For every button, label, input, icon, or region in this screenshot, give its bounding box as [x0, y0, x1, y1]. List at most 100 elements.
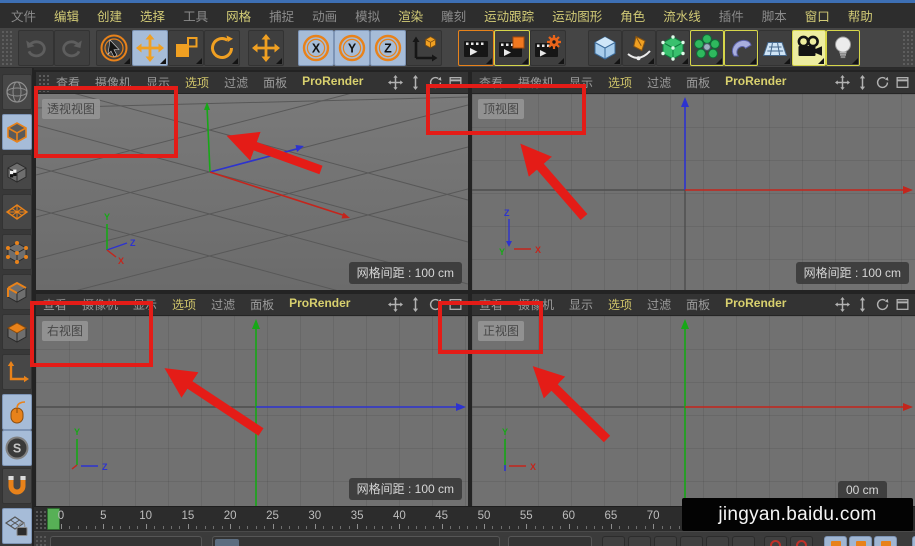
rotate-view-icon[interactable] [428, 75, 443, 90]
spline-pen-button[interactable] [622, 30, 656, 66]
menu-window[interactable]: 窗口 [796, 6, 839, 25]
viewport-menu-item-0[interactable]: 查看 [43, 296, 67, 313]
animation-toolbar-grip[interactable] [35, 535, 46, 546]
toolbar-grip-right[interactable] [902, 30, 914, 66]
light-button[interactable] [826, 30, 860, 66]
rotate-view-icon[interactable] [875, 75, 890, 90]
toggle-view-icon[interactable] [895, 297, 910, 312]
dolly-icon[interactable] [408, 75, 423, 90]
lock-y-axis-button[interactable]: Y [334, 30, 370, 66]
viewport-menu-item-3[interactable]: 选项 [172, 296, 196, 313]
camera-button[interactable] [792, 30, 826, 66]
viewport-front-canvas[interactable]: Y X 正视图 00 cm [472, 316, 915, 506]
toggle-view-icon[interactable] [448, 297, 463, 312]
workplane-lock-button[interactable] [2, 508, 32, 544]
pan-icon[interactable] [835, 297, 850, 312]
make-editable-button[interactable] [2, 74, 32, 110]
render-picture-viewer-button[interactable] [494, 30, 530, 66]
dolly-icon[interactable] [855, 297, 870, 312]
goto-end-button[interactable] [732, 536, 755, 546]
edges-mode-button[interactable] [2, 274, 32, 310]
menu-render[interactable]: 渲染 [389, 6, 432, 25]
viewport-menu-item-3[interactable]: 选项 [608, 74, 632, 91]
viewport-menu-item-4[interactable]: 过滤 [647, 74, 671, 91]
render-settings-button[interactable] [530, 30, 566, 66]
record-button[interactable] [764, 536, 787, 546]
add-cube-button[interactable] [588, 30, 622, 66]
viewport-menu-item-2[interactable]: 显示 [146, 74, 170, 91]
viewport-menu-item-6[interactable]: ProRender [725, 74, 786, 91]
menu-sculpt[interactable]: 雕刻 [432, 6, 475, 25]
scale-tool-button[interactable] [168, 30, 204, 66]
live-selection-button[interactable] [96, 30, 132, 66]
viewport-right-canvas[interactable]: Y Z 右视图 网格间距 : 100 cm [36, 316, 468, 506]
menu-edit[interactable]: 编辑 [45, 6, 88, 25]
viewport-perspective-canvas[interactable]: Y Z X 透视视图 网格间距 : 100 cm [36, 94, 468, 290]
menu-motion-tracker[interactable]: 运动跟踪 [475, 6, 543, 25]
viewport-menu-item-0[interactable]: 查看 [56, 74, 80, 91]
menu-snap[interactable]: 捕捉 [260, 6, 303, 25]
viewport-header-grip[interactable] [38, 74, 51, 92]
autokey-button[interactable] [790, 536, 813, 546]
menu-pipeline[interactable]: 流水线 [654, 6, 710, 25]
viewport-menu-item-5[interactable]: 面板 [250, 296, 274, 313]
redo-button[interactable] [54, 30, 90, 66]
range-slider-handle[interactable] [215, 539, 239, 546]
model-mode-button[interactable] [2, 114, 32, 150]
mograph-cloner-button[interactable] [690, 30, 724, 66]
viewport-menu-item-6[interactable]: ProRender [302, 74, 363, 91]
viewport-menu-item-1[interactable]: 摄像机 [518, 296, 554, 313]
viewport-top-canvas[interactable]: Z Y X 顶视图 网格间距 : 100 cm [472, 94, 915, 290]
next-frame-button[interactable] [706, 536, 729, 546]
menu-simulate[interactable]: 模拟 [346, 6, 389, 25]
pan-icon[interactable] [388, 75, 403, 90]
menu-animate[interactable]: 动画 [303, 6, 346, 25]
menu-help[interactable]: 帮助 [839, 6, 882, 25]
goto-start-button[interactable] [602, 536, 625, 546]
key-rotation-button[interactable] [874, 536, 897, 546]
menu-tools[interactable]: 工具 [174, 6, 217, 25]
texture-mode-button[interactable] [2, 154, 32, 190]
viewport-menu-item-3[interactable]: 选项 [608, 296, 632, 313]
toggle-view-icon[interactable] [895, 75, 910, 90]
viewport-menu-item-4[interactable]: 过滤 [647, 296, 671, 313]
dolly-icon[interactable] [855, 75, 870, 90]
viewport-menu-item-0[interactable]: 查看 [479, 74, 503, 91]
key-scale-button[interactable] [849, 536, 872, 546]
key-position-button[interactable] [824, 536, 847, 546]
environment-floor-button[interactable] [758, 30, 792, 66]
viewport-menu-item-1[interactable]: 摄像机 [82, 296, 118, 313]
rotate-view-icon[interactable] [428, 297, 443, 312]
viewport-menu-item-1[interactable]: 摄像机 [518, 74, 554, 91]
move-tool-button[interactable] [132, 30, 168, 66]
dolly-icon[interactable] [408, 297, 423, 312]
viewport-menu-item-5[interactable]: 面板 [686, 296, 710, 313]
menu-plugins[interactable]: 插件 [710, 6, 753, 25]
viewport-menu-item-2[interactable]: 显示 [569, 74, 593, 91]
polygons-mode-button[interactable] [2, 314, 32, 350]
pan-icon[interactable] [835, 75, 850, 90]
viewport-menu-item-6[interactable]: ProRender [725, 296, 786, 313]
viewport-menu-item-0[interactable]: 查看 [479, 296, 503, 313]
viewport-menu-item-2[interactable]: 显示 [133, 296, 157, 313]
frame-start-field[interactable] [50, 536, 202, 546]
previous-frame-button[interactable] [654, 536, 677, 546]
tweak-mode-button[interactable] [2, 394, 32, 430]
viewport-menu-item-4[interactable]: 过滤 [224, 74, 248, 91]
solo-mode-button[interactable]: S [2, 430, 32, 466]
play-button[interactable] [680, 536, 703, 546]
rotate-tool-button[interactable] [204, 30, 240, 66]
toggle-view-icon[interactable] [448, 75, 463, 90]
menu-mesh[interactable]: 网格 [217, 6, 260, 25]
pan-icon[interactable] [388, 297, 403, 312]
viewport-menu-item-2[interactable]: 显示 [569, 296, 593, 313]
menu-mograph[interactable]: 运动图形 [543, 6, 611, 25]
coordinate-system-button[interactable] [406, 30, 442, 66]
deformer-button[interactable] [724, 30, 758, 66]
rotate-view-icon[interactable] [875, 297, 890, 312]
previous-key-button[interactable] [628, 536, 651, 546]
frame-end-field[interactable] [508, 536, 592, 546]
points-mode-button[interactable] [2, 234, 32, 270]
toolbar-grip[interactable] [1, 30, 13, 66]
timeline-grip[interactable] [35, 510, 46, 529]
